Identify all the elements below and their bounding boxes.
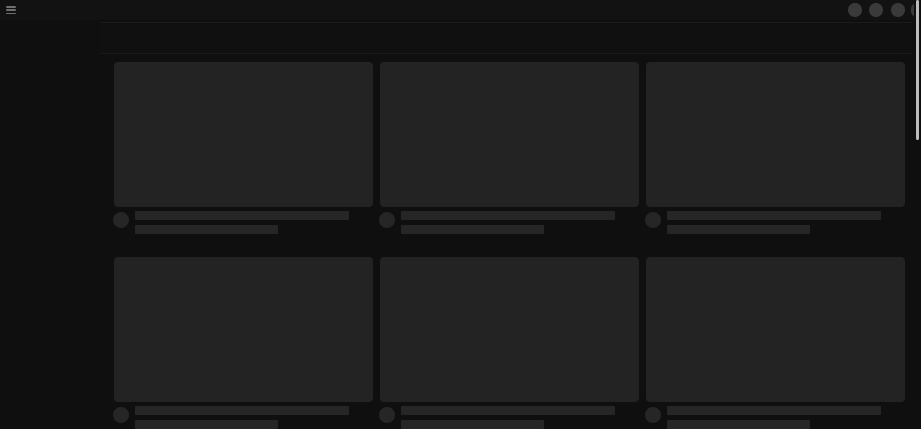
header-action-placeholder-1[interactable] [848, 3, 862, 17]
video-title-skeleton [401, 211, 615, 220]
header-action-placeholder-3[interactable] [891, 3, 905, 17]
video-title-skeleton [667, 406, 881, 415]
video-title-skeleton [401, 406, 615, 415]
video-meta-skeleton [667, 225, 810, 234]
video-thumbnail-skeleton[interactable] [646, 62, 905, 207]
video-meta-skeleton [401, 225, 544, 234]
scrollbar-thumb[interactable] [916, 0, 919, 140]
sidebar [0, 20, 100, 427]
video-thumbnail-skeleton[interactable] [646, 257, 905, 402]
video-meta-skeleton [667, 420, 810, 429]
top-bar [0, 0, 917, 20]
channel-avatar-skeleton [645, 212, 661, 228]
video-meta-skeleton [401, 420, 544, 429]
header-divider [100, 22, 912, 23]
video-meta-skeleton [135, 420, 278, 429]
video-meta-skeleton [135, 225, 278, 234]
video-thumbnail-skeleton[interactable] [114, 257, 373, 402]
video-thumbnail-skeleton[interactable] [380, 62, 639, 207]
video-title-skeleton [667, 211, 881, 220]
channel-avatar-skeleton [379, 407, 395, 423]
video-thumbnail-skeleton[interactable] [114, 62, 373, 207]
video-thumbnail-skeleton[interactable] [380, 257, 639, 402]
channel-avatar-skeleton [113, 212, 129, 228]
chip-bar-placeholder [100, 24, 912, 54]
channel-avatar-skeleton [379, 212, 395, 228]
channel-avatar-skeleton [645, 407, 661, 423]
video-title-skeleton [135, 406, 349, 415]
video-title-skeleton [135, 211, 349, 220]
channel-avatar-skeleton [113, 407, 129, 423]
hamburger-menu-icon[interactable] [5, 4, 17, 16]
header-action-placeholder-2[interactable] [869, 3, 883, 17]
